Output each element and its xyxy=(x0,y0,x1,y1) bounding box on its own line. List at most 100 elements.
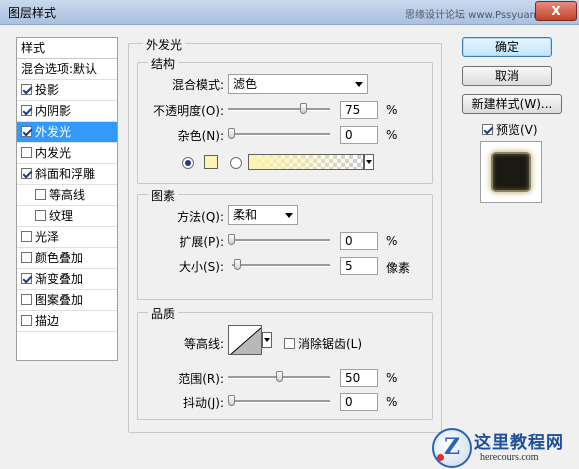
spread-unit: % xyxy=(386,234,398,248)
style-item-label: 描边 xyxy=(35,314,60,328)
preview-square xyxy=(493,154,529,190)
style-item-checkbox[interactable] xyxy=(21,231,32,242)
spread-slider-thumb[interactable] xyxy=(228,234,235,245)
style-item[interactable]: 渐变叠加 xyxy=(17,269,117,290)
elements-title: 图素 xyxy=(148,187,179,204)
style-item-label: 光泽 xyxy=(35,230,60,244)
style-item-label: 颜色叠加 xyxy=(35,251,84,265)
logo-name: 这里教程网 xyxy=(474,433,564,453)
style-item-label: 纹理 xyxy=(49,209,74,223)
style-item-checkbox[interactable] xyxy=(21,273,32,284)
window-title: 图层样式 xyxy=(8,6,57,20)
antialias-checkbox-box[interactable] xyxy=(284,338,295,349)
size-input[interactable]: 5 xyxy=(340,257,378,275)
style-list-header[interactable]: 样式 xyxy=(17,38,117,59)
style-item[interactable]: 内阴影 xyxy=(17,101,117,122)
style-item[interactable]: 光泽 xyxy=(17,227,117,248)
opacity-slider[interactable] xyxy=(228,103,330,115)
style-item-checkbox[interactable] xyxy=(21,294,32,305)
noise-slider[interactable] xyxy=(228,128,330,140)
style-item[interactable]: 纹理 xyxy=(17,206,117,227)
size-slider[interactable] xyxy=(232,259,330,271)
style-item-checkbox[interactable] xyxy=(21,105,32,116)
quality-title: 品质 xyxy=(148,305,179,322)
preview-checkbox-box[interactable] xyxy=(482,124,493,135)
new-style-button[interactable]: 新建样式(W)... xyxy=(462,94,562,114)
style-item-checkbox[interactable] xyxy=(35,189,46,200)
style-item[interactable]: 斜面和浮雕 xyxy=(17,164,117,185)
style-item-label: 渐变叠加 xyxy=(35,272,84,286)
noise-slider-track xyxy=(228,133,330,136)
blend-mode-label: 混合模式: xyxy=(171,78,224,92)
style-item[interactable]: 投影 xyxy=(17,80,117,101)
style-item-checkbox[interactable] xyxy=(35,210,46,221)
range-input[interactable]: 50 xyxy=(340,369,378,387)
size-unit: 像素 xyxy=(386,261,411,275)
style-item-checkbox[interactable] xyxy=(21,84,32,95)
chevron-down-icon xyxy=(355,82,363,87)
style-item-checkbox[interactable] xyxy=(21,252,32,263)
range-slider[interactable] xyxy=(228,371,330,383)
style-preview-thumbnail xyxy=(480,141,542,203)
jitter-slider-track xyxy=(228,400,330,403)
outer-glow-panel: 外发光 结构 混合模式: 滤色 不透明度(O): 75 % 杂色(N): 0 % xyxy=(128,36,442,433)
style-item-label: 内阴影 xyxy=(35,104,72,118)
contour-dropdown-button[interactable] xyxy=(262,332,272,348)
style-item[interactable]: 图案叠加 xyxy=(17,290,117,311)
style-item[interactable]: 颜色叠加 xyxy=(17,248,117,269)
contour-label: 等高线: xyxy=(183,337,224,351)
jitter-label: 抖动(J): xyxy=(183,396,224,410)
range-slider-thumb[interactable] xyxy=(276,371,283,382)
style-item[interactable]: 外发光 xyxy=(17,122,117,143)
style-item[interactable]: 等高线 xyxy=(17,185,117,206)
z-logo-icon: Z xyxy=(432,428,472,468)
ok-button[interactable]: 确定 xyxy=(462,37,552,57)
style-item-label: 投影 xyxy=(35,83,60,97)
solid-color-radio[interactable] xyxy=(182,157,194,169)
jitter-slider-thumb[interactable] xyxy=(228,395,235,406)
noise-input[interactable]: 0 xyxy=(340,126,378,144)
spread-input[interactable]: 0 xyxy=(340,232,378,250)
method-select[interactable]: 柔和 xyxy=(228,205,298,225)
style-item-label: 斜面和浮雕 xyxy=(35,167,96,181)
style-item[interactable]: 描边 xyxy=(17,311,117,332)
style-item-label: 内发光 xyxy=(35,146,72,160)
contour-picker[interactable] xyxy=(228,325,262,355)
opacity-label: 不透明度(O): xyxy=(153,104,224,118)
dialog-body: 样式 混合选项:默认 投影内阴影外发光内发光斜面和浮雕等高线纹理光泽颜色叠加渐变… xyxy=(4,25,575,465)
jitter-unit: % xyxy=(386,395,398,409)
noise-unit: % xyxy=(386,128,398,142)
style-item-checkbox[interactable] xyxy=(21,126,32,137)
gradient-dropdown-button[interactable] xyxy=(364,154,374,170)
jitter-slider[interactable] xyxy=(228,395,330,407)
style-item[interactable]: 内发光 xyxy=(17,143,117,164)
gradient-radio[interactable] xyxy=(230,157,242,169)
opacity-slider-thumb[interactable] xyxy=(300,103,307,114)
close-button[interactable]: X xyxy=(535,1,577,21)
opacity-input[interactable]: 75 xyxy=(340,101,378,119)
jitter-input[interactable]: 0 xyxy=(340,393,378,411)
cancel-button[interactable]: 取消 xyxy=(462,66,552,86)
glow-color-swatch[interactable] xyxy=(204,155,218,169)
blend-mode-select[interactable]: 滤色 xyxy=(228,74,368,94)
title-bar: 图层样式 思缘设计论坛 www.Pssyuan.com X xyxy=(0,0,579,25)
range-unit: % xyxy=(386,371,398,385)
noise-slider-thumb[interactable] xyxy=(228,128,235,139)
size-slider-thumb[interactable] xyxy=(234,259,241,270)
close-icon: X xyxy=(551,4,561,18)
range-label: 范围(R): xyxy=(178,372,224,386)
spread-slider-track xyxy=(228,239,330,242)
blend-options-item[interactable]: 混合选项:默认 xyxy=(17,59,117,80)
preview-checkbox[interactable]: 预览(V) xyxy=(482,121,538,138)
spread-label: 扩展(P): xyxy=(179,235,224,249)
style-item-label: 图案叠加 xyxy=(35,293,84,307)
antialias-checkbox[interactable]: 消除锯齿(L) xyxy=(284,335,362,352)
style-item-checkbox[interactable] xyxy=(21,147,32,158)
glow-gradient-picker[interactable] xyxy=(248,154,364,170)
style-item-label: 等高线 xyxy=(49,188,86,202)
style-item-checkbox[interactable] xyxy=(21,315,32,326)
structure-title: 结构 xyxy=(148,55,179,72)
chevron-down-icon xyxy=(285,213,293,218)
style-item-checkbox[interactable] xyxy=(21,168,32,179)
spread-slider[interactable] xyxy=(228,234,330,246)
